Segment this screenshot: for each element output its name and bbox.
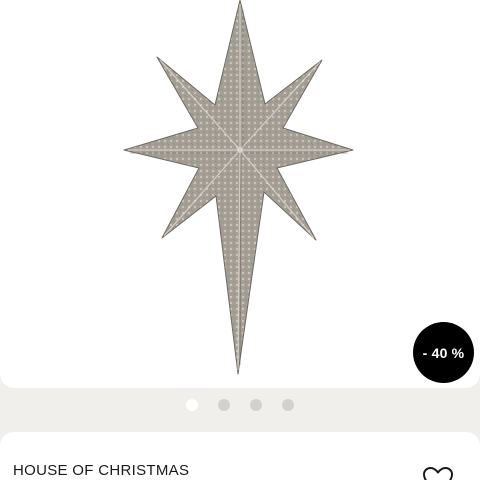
carousel-dot-1[interactable]: [186, 399, 198, 411]
product-image-carousel[interactable]: - 40 %: [0, 0, 480, 388]
product-info-card: HOUSE OF CHRISTMAS: [0, 432, 480, 480]
brand-name[interactable]: HOUSE OF CHRISTMAS: [13, 462, 189, 479]
carousel-pagination: [0, 396, 480, 414]
discount-badge: - 40 %: [413, 322, 474, 383]
product-image-star-ornament: [123, 0, 354, 375]
carousel-dot-4[interactable]: [282, 399, 294, 411]
heart-outline-icon[interactable]: [421, 465, 455, 480]
carousel-dot-2[interactable]: [218, 399, 230, 411]
carousel-dot-3[interactable]: [250, 399, 262, 411]
product-detail-screen: - 40 % HOUSE OF CHRISTMAS: [0, 0, 480, 480]
